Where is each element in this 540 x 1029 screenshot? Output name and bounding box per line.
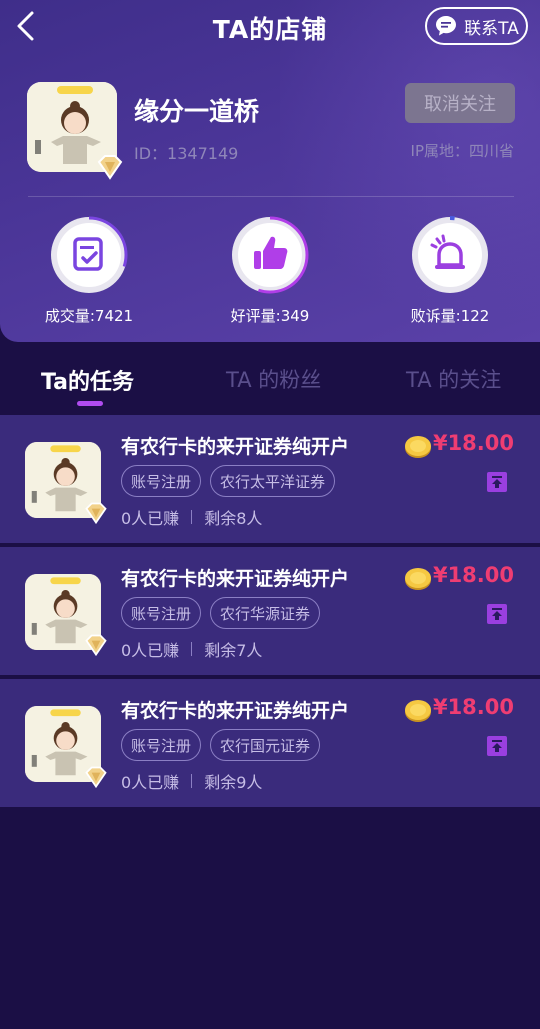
task-earned: 0人已赚 [121,773,180,792]
task-meta: 0人已赚 剩余8人 [121,505,262,529]
tab-fans[interactable]: TA 的粉丝 [226,364,321,394]
task-tag: 农行华源证券 [210,597,321,629]
task-price: ¥18.00 [432,563,514,587]
arrow-up-to-top-icon [492,740,502,752]
stat-lost-disputes: 败诉量:122 [380,215,520,326]
progress-ring [50,216,128,294]
stat-label: 败诉量:122 [410,307,490,325]
task-earned: 0人已赚 [121,641,180,660]
task-remaining: 剩余9人 [204,773,263,792]
meta-separator [191,510,193,524]
stat-label: 成交量:7421 [44,307,134,325]
stat-ring [410,215,490,295]
stat-label: 好评量:349 [230,307,310,325]
gold-coin-icon [405,700,431,722]
task-avatar [25,706,107,789]
meta-separator [191,774,193,788]
task-price: ¥18.00 [432,431,514,455]
task-title: 有农行卡的来开证券纯开户 [121,436,350,458]
task-earned: 0人已赚 [121,509,180,528]
task-remaining: 剩余8人 [204,509,263,528]
progress-ring [231,216,309,294]
task-avatar [25,442,107,525]
contact-ta-button[interactable]: 联系TA [425,7,528,45]
pin-top-button[interactable] [487,604,507,624]
task-avatar [25,574,107,657]
stat-good-reviews: 好评量:349 [200,215,340,326]
active-tab-indicator [77,401,103,406]
chat-bubble-icon [436,16,457,36]
task-tag: 账号注册 [121,729,202,761]
arrow-up-to-top-icon [492,476,502,488]
task-tags: 账号注册 农行太平洋证券 [121,465,336,497]
contact-ta-label: 联系TA [464,18,519,39]
progress-ring [411,216,489,294]
task-tag: 农行太平洋证券 [210,465,336,497]
tab-follows[interactable]: TA 的关注 [406,364,501,394]
shop-name: 缘分一道桥 [134,97,260,126]
task-remaining: 剩余7人 [204,641,263,660]
tab-tasks[interactable]: Ta的任务 [41,364,134,396]
meta-separator [191,642,193,656]
task-tags: 账号注册 农行华源证券 [121,597,321,629]
diamond-badge-icon [97,155,123,180]
stat-deal-count: 成交量:7421 [19,215,159,326]
task-title: 有农行卡的来开证券纯开户 [121,700,350,722]
diamond-badge-icon [85,634,107,657]
gold-coin-icon [405,568,431,590]
tab-bar: Ta的任务 TA 的粉丝 TA 的关注 [0,350,540,410]
header-divider [28,196,514,197]
diamond-badge-icon [85,502,107,525]
task-tags: 账号注册 农行国元证券 [121,729,321,761]
task-card[interactable]: 有农行卡的来开证券纯开户 账号注册 农行太平洋证券 0人已赚 剩余8人 ¥18.… [0,415,540,543]
task-card[interactable]: 有农行卡的来开证券纯开户 账号注册 农行华源证券 0人已赚 剩余7人 ¥18.0… [0,547,540,675]
pin-top-button[interactable] [487,736,507,756]
task-meta: 0人已赚 剩余7人 [121,637,262,661]
ip-location: IP属地：四川省 [410,142,514,160]
arrow-up-to-top-icon [492,608,502,620]
task-tag: 账号注册 [121,465,202,497]
pin-top-button[interactable] [487,472,507,492]
task-card[interactable]: 有农行卡的来开证券纯开户 账号注册 农行国元证券 0人已赚 剩余9人 ¥18.0… [0,679,540,807]
task-tag: 农行国元证券 [210,729,321,761]
task-meta: 0人已赚 剩余9人 [121,769,262,793]
gold-coin-icon [405,436,431,458]
shop-avatar[interactable] [27,82,123,180]
stat-ring [230,215,310,295]
top-bar: TA的店铺 联系TA [0,0,540,52]
stat-ring [49,215,129,295]
shop-id: ID：1347149 [134,144,239,163]
task-price: ¥18.00 [432,695,514,719]
unfollow-button[interactable]: 取消关注 [405,83,515,123]
diamond-badge-icon [85,766,107,789]
task-tag: 账号注册 [121,597,202,629]
task-title: 有农行卡的来开证券纯开户 [121,568,350,590]
